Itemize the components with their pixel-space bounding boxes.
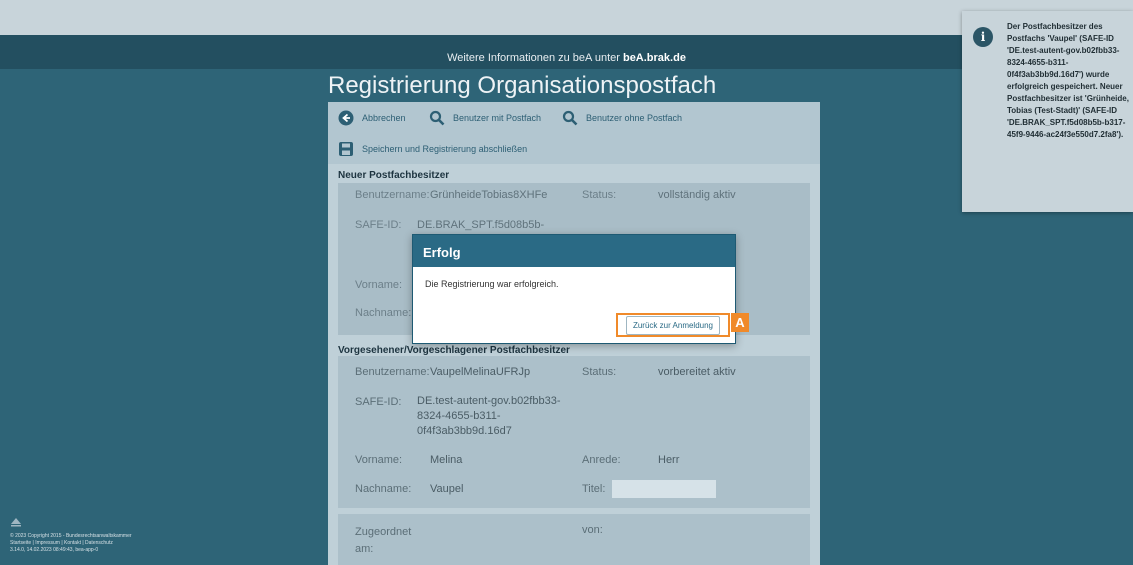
search-icon (429, 110, 445, 126)
info-text: Weitere Informationen zu beA unter (447, 52, 620, 64)
info-icon: i (973, 27, 993, 47)
new-owner-lastname-label: Nachname: (355, 307, 412, 319)
brak-logo (11, 518, 21, 527)
new-owner-username-label: Benutzername: (355, 189, 430, 201)
page-title: Registrierung Organisationspostfach (328, 72, 717, 99)
proposed-owner-firstname-value: Melina (430, 454, 463, 466)
toast-message: Der Postfachbesitzer des Postfachs 'Vaup… (1007, 22, 1129, 139)
back-arrow-icon (338, 110, 354, 126)
proposed-owner-safeid-label: SAFE-ID: (355, 396, 402, 408)
users-with-box-label: Benutzer mit Postfach (453, 113, 542, 123)
new-owner-username-value: GrünheideTobias8XHFe (430, 189, 548, 201)
proposed-owner-lastname-label: Nachname: (355, 483, 412, 495)
back-to-login-button[interactable]: Zurück zur Anmeldung (616, 313, 730, 337)
floppy-disk-icon (338, 141, 354, 157)
proposed-owner-username-label: Benutzername: (355, 366, 430, 378)
new-owner-safeid-label: SAFE-ID: (355, 219, 402, 231)
users-without-box-label: Benutzer ohne Postfach (586, 113, 683, 123)
proposed-owner-status-value: vorbereitet aktiv (658, 366, 736, 378)
new-owner-firstname-label: Vorname: (355, 279, 403, 291)
new-owner-safeid-value: DE.BRAK_SPT.f5d08b5b- (417, 219, 545, 231)
cancel-button[interactable]: Abbrechen (338, 110, 406, 126)
new-owner-heading: Neuer Postfachbesitzer (338, 170, 450, 181)
proposed-owner-firstname-label: Vorname: (355, 454, 403, 466)
cancel-label: Abbrechen (362, 113, 406, 123)
dialog-title: Erfolg (413, 235, 735, 267)
footer-links[interactable]: Startseite | Impressum | Kontakt | Daten… (10, 540, 132, 547)
back-to-login-label: Zurück zur Anmeldung (625, 315, 721, 335)
annotation-marker: A (731, 313, 749, 332)
proposed-owner-title-label: Titel: (582, 483, 606, 495)
footer-version: 3.14.0, 14.02.2023 08:49:43, bea-app-0 (10, 547, 99, 553)
bea-link[interactable]: beA.brak.de (623, 52, 686, 64)
dialog-message: Die Registrierung war erfolgreich. (425, 279, 559, 289)
proposed-owner-status-label: Status: (582, 366, 617, 378)
proposed-owner-salutation-value: Herr (658, 454, 680, 466)
proposed-owner-safeid-value: DE.test-autent-gov.b02fbb33-8324-4655-b3… (417, 395, 561, 437)
save-label: Speichern und Registrierung abschließen (362, 144, 528, 154)
notification-toast: i Der Postfachbesitzer des Postfachs 'Va… (962, 11, 1133, 212)
proposed-owner-username-value: VaupelMelinaUFRJp (430, 366, 531, 378)
assigned-date-label: Zugeordnet am: (355, 526, 412, 555)
new-owner-status-label: Status: (582, 189, 617, 201)
save-and-register-button[interactable]: Speichern und Registrierung abschließen (338, 141, 527, 157)
users-without-box-button[interactable]: Benutzer ohne Postfach (562, 110, 682, 126)
toolbar: Abbrechen Benutzer mit Postfach Benutzer… (328, 102, 820, 164)
footer: © 2023 Copyright 2015 - Bundesrechtsanwa… (10, 517, 132, 554)
footer-copyright: © 2023 Copyright 2015 - Bundesrechtsanwa… (10, 533, 132, 539)
proposed-owner-heading: Vorgesehener/Vorgeschlagener Postfachbes… (338, 345, 570, 356)
title-field (612, 480, 716, 498)
new-owner-status-value: vollständig aktiv (658, 189, 736, 201)
proposed-owner-lastname-value: Vaupel (430, 483, 464, 495)
assigned-by-label: von: (582, 524, 603, 536)
search-icon (562, 110, 578, 126)
users-with-box-button[interactable]: Benutzer mit Postfach (429, 110, 541, 126)
proposed-owner-salutation-label: Anrede: (582, 454, 621, 466)
